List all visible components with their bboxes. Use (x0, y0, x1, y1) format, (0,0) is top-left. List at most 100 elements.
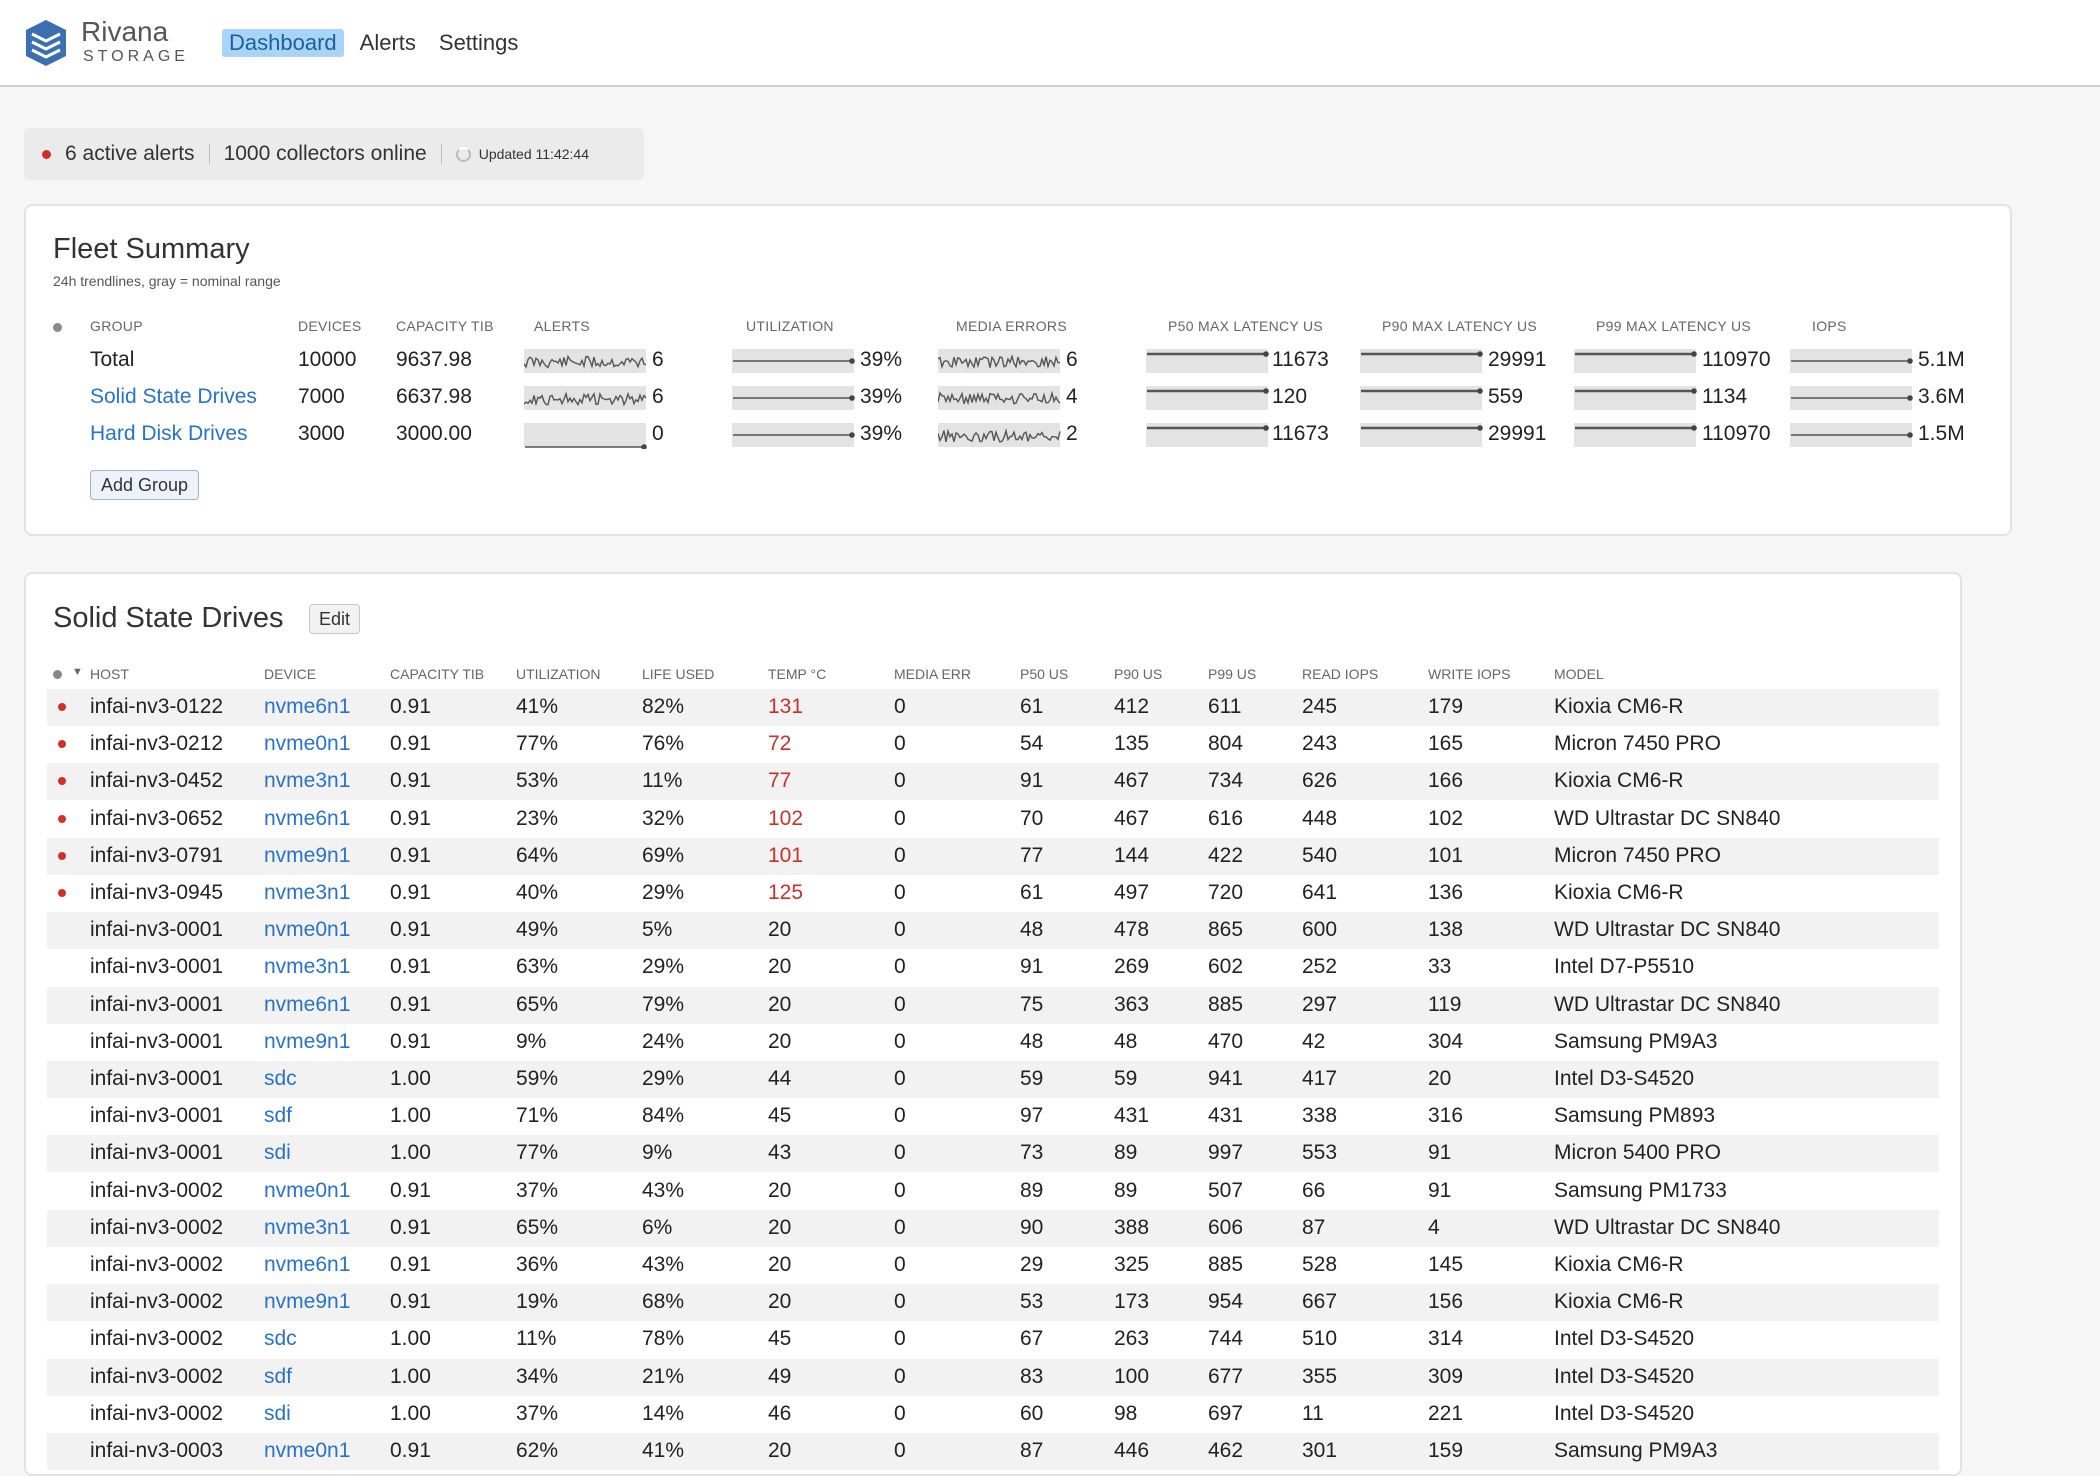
table-row[interactable]: infai-nv3-0003 nvme0n1 0.91 62% 41% 20 0 87 446 4… (47, 1433, 1939, 1470)
active-alerts-count[interactable]: 6 active alerts (65, 142, 195, 166)
table-row[interactable]: infai-nv3-0002 nvme3n1 0.91 65% 6% 20 0 90 388 60… (47, 1209, 1939, 1247)
table-row[interactable]: infai-nv3-0002 sdf 1.00 34% 21% 49 0 83 100 677 35… (47, 1358, 1939, 1396)
column-header[interactable]: WRITE IOPS (1428, 666, 1510, 682)
table-row[interactable]: infai-nv3-0452 nvme3n1 0.91 53% 11% 77 0 91 467 7… (47, 763, 1939, 801)
cell-device[interactable]: nvme6n1 (264, 807, 350, 831)
cell-wiops: 165 (1428, 732, 1464, 756)
column-header[interactable]: TEMP °C (768, 666, 826, 682)
group-capacity: 3000.00 (396, 422, 472, 445)
table-row[interactable]: infai-nv3-0002 sdc 1.00 11% 78% 45 0 67 263 744 51… (47, 1321, 1939, 1358)
sparkline (1360, 386, 1483, 410)
sparkline (1790, 349, 1913, 373)
cell-device[interactable]: nvme9n1 (264, 1290, 350, 1314)
table-row[interactable]: infai-nv3-0001 nvme9n1 0.91 9% 24% 20 0 48 48 470… (47, 1024, 1939, 1061)
table-row[interactable]: infai-nv3-0002 nvme0n1 0.91 37% 43% 20 0 89 89 50… (47, 1173, 1939, 1210)
cell-device[interactable]: nvme0n1 (264, 1439, 350, 1463)
cell-device[interactable]: nvme3n1 (264, 769, 350, 793)
table-row[interactable]: infai-nv3-0001 sdi 1.00 77% 9% 43 0 73 89 997 553 9… (47, 1135, 1939, 1173)
cell-device[interactable]: sdi (264, 1141, 291, 1165)
brand[interactable]: Rivana STORAGE (81, 16, 189, 66)
column-header[interactable]: P50 US (1020, 666, 1068, 682)
sort-arrow-icon[interactable]: ▼ (72, 666, 83, 678)
table-row[interactable]: infai-nv3-0001 nvme0n1 0.91 49% 5% 20 0 48 478 86… (47, 912, 1939, 950)
cell-p50: 90 (1020, 1215, 1044, 1239)
column-header[interactable]: DEVICE (264, 666, 316, 682)
cell-temp: 43 (768, 1141, 792, 1165)
table-row[interactable]: infai-nv3-0002 sdi 1.00 37% 14% 46 0 60 98 697 11 2… (47, 1396, 1939, 1433)
table-row[interactable]: infai-nv3-0001 nvme3n1 0.91 63% 29% 20 0 91 269 6… (47, 949, 1939, 986)
cell-device[interactable]: nvme6n1 (264, 993, 350, 1017)
edit-button[interactable]: Edit (309, 604, 361, 634)
nav-dashboard[interactable]: Dashboard (222, 29, 344, 57)
table-row[interactable]: infai-nv3-0001 sdf 1.00 71% 84% 45 0 97 431 431 33… (47, 1098, 1939, 1135)
cell-merr: 0 (894, 1029, 906, 1053)
table-row[interactable]: infai-nv3-0002 nvme6n1 0.91 36% 43% 20 0 29 325 8… (47, 1247, 1939, 1284)
cell-wiops: 101 (1428, 843, 1464, 867)
cell-p90: 269 (1114, 955, 1150, 979)
column-header: P99 MAX LATENCY US (1596, 318, 1752, 334)
nav-settings[interactable]: Settings (432, 29, 526, 57)
group-name[interactable]: Hard Disk Drives (90, 422, 248, 446)
cell-host: infai-nv3-0652 (90, 806, 224, 830)
group-capacity: 6637.98 (396, 385, 472, 408)
table-row[interactable]: infai-nv3-0212 nvme0n1 0.91 77% 76% 72 0 54 135 8… (47, 726, 1939, 763)
cell-life: 82% (642, 695, 685, 718)
cell-p50: 48 (1020, 918, 1044, 942)
cell-p99: 734 (1208, 769, 1244, 793)
cell-device[interactable]: nvme0n1 (264, 1179, 350, 1203)
cell-temp: 20 (768, 1439, 792, 1462)
cell-wiops: 156 (1428, 1290, 1464, 1314)
cell-device[interactable]: sdi (264, 1402, 291, 1426)
nav-alerts[interactable]: Alerts (353, 29, 423, 57)
cell-util: 71% (516, 1104, 559, 1128)
cell-life: 79% (642, 992, 685, 1016)
table-row[interactable]: infai-nv3-0002 nvme9n1 0.91 19% 68% 20 0 53 173 9… (47, 1284, 1939, 1322)
table-row[interactable]: infai-nv3-0001 sdc 1.00 59% 29% 44 0 59 59 941 417… (47, 1061, 1939, 1098)
cell-p50: 91 (1020, 955, 1044, 979)
add-group-button[interactable]: Add Group (90, 470, 200, 500)
table-row[interactable]: infai-nv3-0791 nvme9n1 0.91 64% 69% 101 0 77 144… (47, 837, 1939, 875)
group-alerts-value: 6 (652, 348, 664, 371)
cell-device[interactable]: nvme3n1 (264, 1216, 350, 1240)
column-header[interactable]: HOST (90, 666, 129, 682)
cell-device[interactable]: nvme3n1 (264, 881, 350, 905)
table-row[interactable]: infai-nv3-0945 nvme3n1 0.91 40% 29% 125 0 61 497… (47, 875, 1939, 912)
cell-device[interactable]: sdc (264, 1067, 297, 1091)
cell-riops: 338 (1302, 1104, 1338, 1128)
cell-device[interactable]: nvme9n1 (264, 1030, 350, 1054)
column-header[interactable]: LIFE USED (642, 666, 714, 682)
cell-host: infai-nv3-0001 (90, 1104, 224, 1128)
cell-device[interactable]: sdf (264, 1365, 292, 1389)
cell-cap: 0.91 (390, 1439, 431, 1462)
cell-p90: 98 (1114, 1401, 1138, 1425)
group-alerts-value: 6 (652, 385, 664, 408)
cell-device[interactable]: nvme9n1 (264, 844, 350, 868)
table-row[interactable]: infai-nv3-0001 nvme6n1 0.91 65% 79% 20 0 75 363 8… (47, 986, 1939, 1024)
cell-merr: 0 (894, 1104, 906, 1128)
cell-device[interactable]: nvme3n1 (264, 955, 350, 979)
cell-p90: 388 (1114, 1215, 1150, 1239)
column-header[interactable]: READ IOPS (1302, 666, 1378, 682)
cell-model: Kioxia CM6-R (1554, 881, 1684, 904)
table-row[interactable]: infai-nv3-0652 nvme6n1 0.91 23% 32% 102 0 70 467… (47, 801, 1939, 838)
cell-life: 41% (642, 1439, 685, 1462)
column-header[interactable]: MODEL (1554, 666, 1604, 682)
cell-p90: 467 (1114, 806, 1150, 830)
column-header[interactable]: UTILIZATION (516, 666, 601, 682)
column-header[interactable]: MEDIA ERR (894, 666, 971, 682)
group-name[interactable]: Solid State Drives (90, 385, 257, 409)
cell-device[interactable]: sdc (264, 1327, 297, 1351)
column-header[interactable]: P99 US (1208, 666, 1256, 682)
cell-device[interactable]: sdf (264, 1104, 292, 1128)
cell-device[interactable]: nvme0n1 (264, 732, 350, 756)
group-util-value: 39% (860, 422, 903, 445)
table-row[interactable]: infai-nv3-0122 nvme6n1 0.91 41% 82% 131 0 61 412… (47, 689, 1939, 726)
cell-device[interactable]: nvme6n1 (264, 1253, 350, 1277)
cell-device[interactable]: nvme6n1 (264, 695, 350, 719)
column-header[interactable]: P90 US (1114, 666, 1162, 682)
cell-device[interactable]: nvme0n1 (264, 918, 350, 942)
cell-p99: 744 (1208, 1327, 1244, 1351)
cell-util: 40% (516, 881, 559, 904)
cell-life: 21% (642, 1364, 685, 1388)
column-header[interactable]: CAPACITY TIB (390, 666, 484, 682)
